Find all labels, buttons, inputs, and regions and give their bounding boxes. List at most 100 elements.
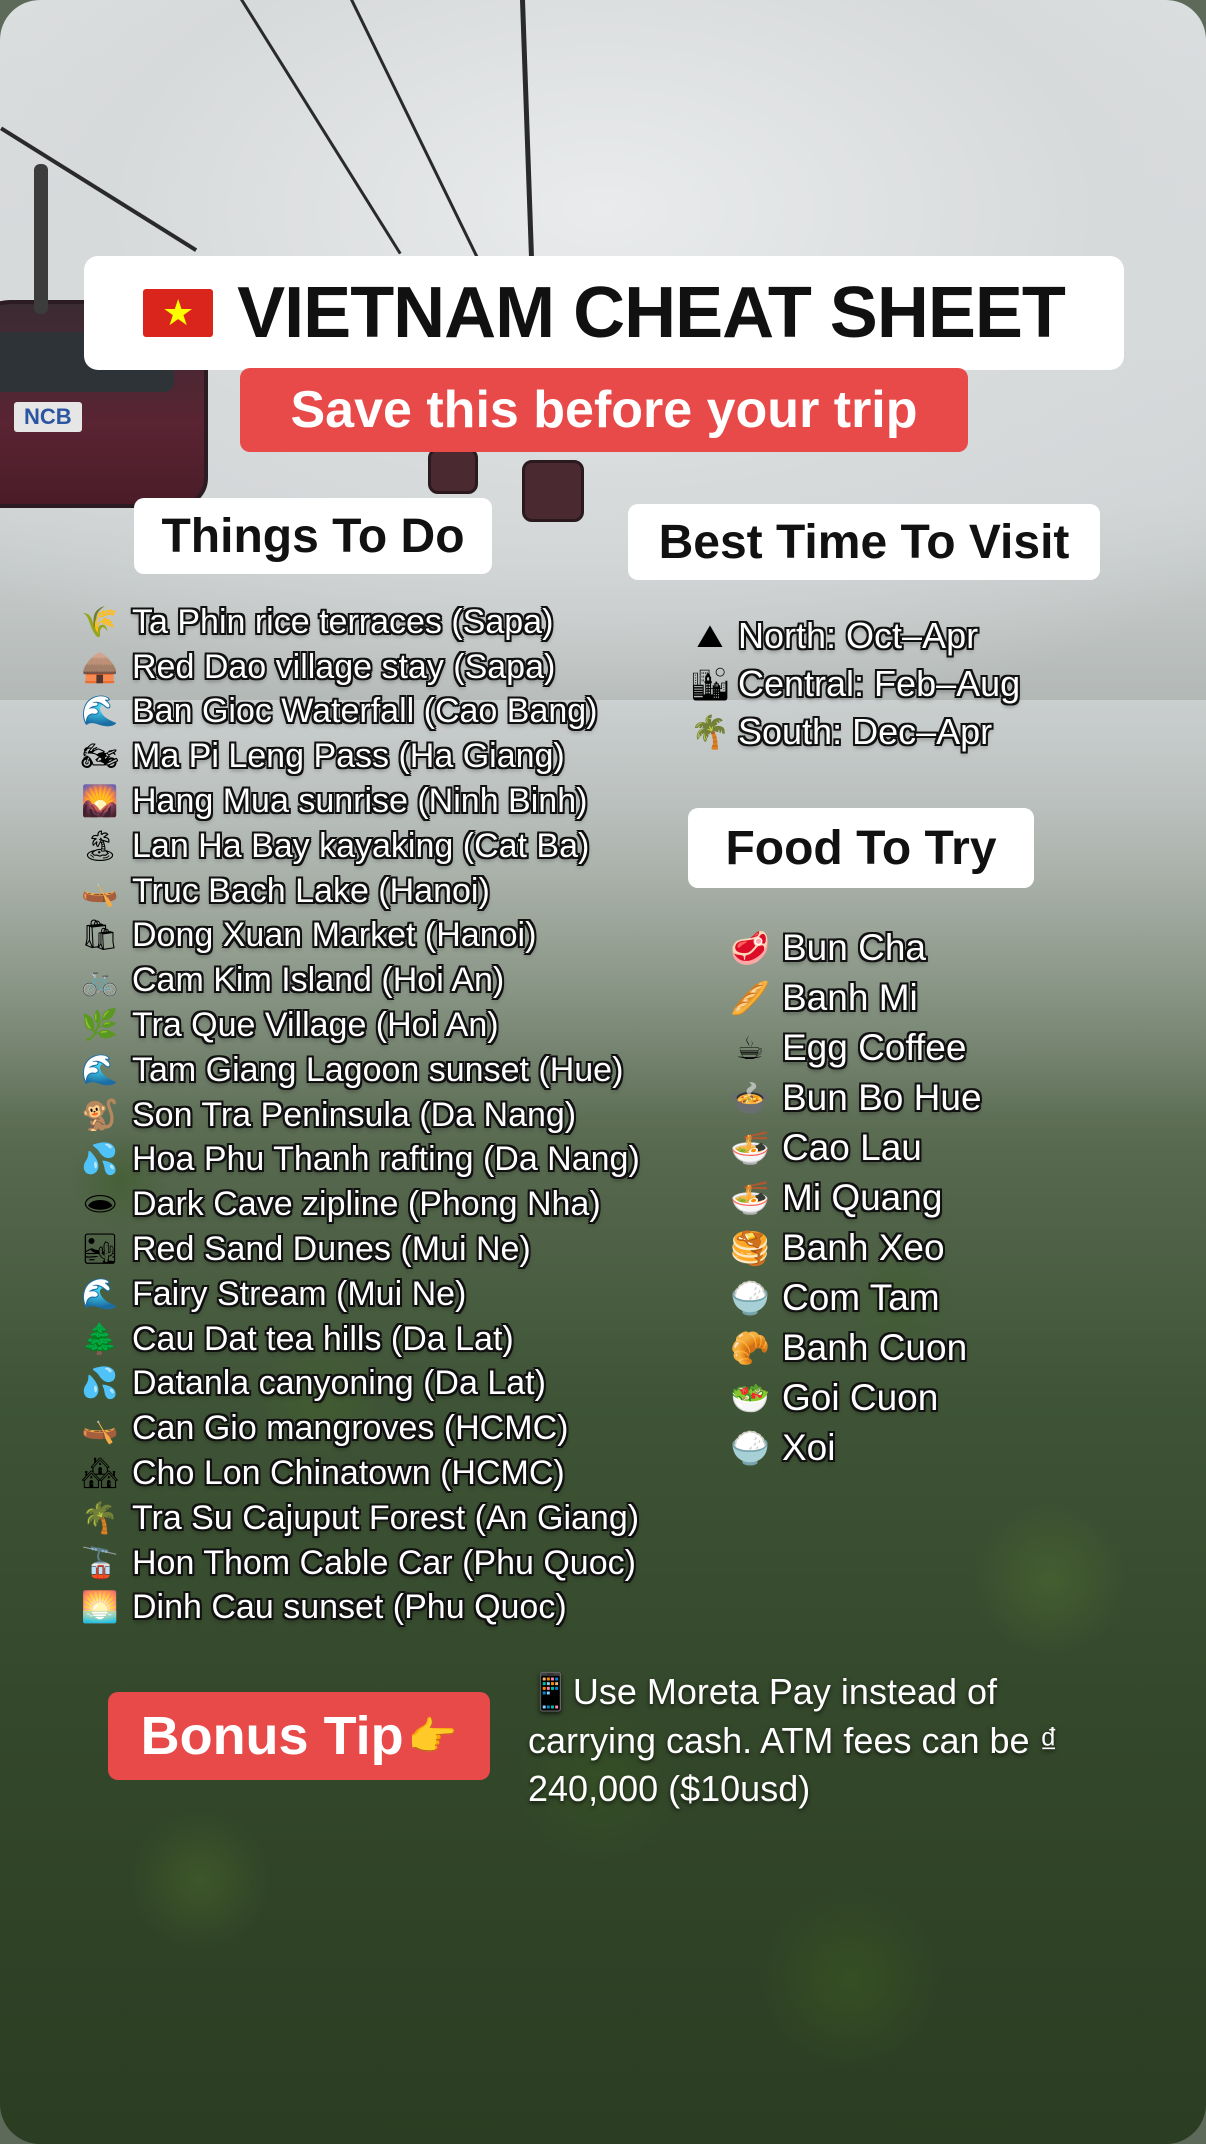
activity-item-label: Dark Cave zipline (Phong Nha) [132,1185,601,1224]
season-item-label: South: Dec–Apr [738,711,993,752]
food-item-label: Bun Bo Hue [782,1077,982,1118]
rice-bowl-icon: 🍚 [730,1279,770,1317]
houses-icon: 🏘 [80,1456,120,1492]
activity-item: 🌲 Cau Dat tea hills (Da Lat) [74,1317,640,1362]
food-item-label: Goi Cuon [782,1377,939,1418]
hut-icon: 🛖 [81,649,119,685]
pancake-icon: 🥞 [730,1229,770,1267]
rice-icon: 🌾 [81,604,119,640]
activity-item: 🏝 Lan Ha Bay kayaking (Cat Ba) [74,824,640,869]
activity-item-label: Dinh Cau sunset (Phu Quoc) [132,1588,567,1627]
activity-item-label: Ta Phin rice terraces (Sapa) [132,602,554,641]
activity-item-label: Cho Lon Chinatown (HCMC) [132,1454,565,1493]
cable-line [240,0,402,255]
activity-item: 🛶 Truc Bach Lake (Hanoi) [74,869,640,914]
activity-item-label: Lan Ha Bay kayaking (Cat Ba) [132,826,590,865]
activity-item: 🌄 Hang Mua sunrise (Ninh Binh) [74,779,640,824]
soup-icon: 🍲 [730,1079,770,1117]
monkey-icon: 🐒 [81,1097,119,1133]
salad-icon: 🥗 [730,1379,770,1417]
subtitle-banner: Save this before your trip [240,368,968,452]
food-item-label: Egg Coffee [782,1027,967,1068]
season-item: 🏙 Central: Feb–Aug [686,660,1020,708]
phone-icon: 📱 [528,1672,573,1713]
food-item: 🍲 Bun Bo Hue [724,1073,982,1123]
wave-icon: 🌊 [81,694,119,730]
baguette-icon: 🥖 [730,979,770,1017]
activity-item-label: Dong Xuan Market (Hanoi) [132,916,537,955]
activity-item: 🛶 Can Gio mangroves (HCMC) [74,1406,640,1451]
city-icon: 🏙 [689,665,731,703]
food-item: 🍜 Mi Quang [724,1173,982,1223]
noodles-icon: 🍜 [730,1179,770,1217]
activity-item: 💦 Hoa Phu Thanh rafting (Da Nang) [74,1138,640,1183]
food-item-label: Xoi [782,1427,836,1468]
activity-item: 🌊 Ban Gioc Waterfall (Cao Bang) [74,690,640,735]
food-item-label: Banh Cuon [782,1327,968,1368]
activity-item: 🚲 Cam Kim Island (Hoi An) [74,958,640,1003]
activity-item: 🐒 Son Tra Peninsula (Da Nang) [74,1093,640,1138]
bonus-tip-badge: Bonus Tip 👉 [108,1692,490,1780]
food-item-label: Cao Lau [782,1127,922,1168]
activity-item-label: Hon Thom Cable Car (Phu Quoc) [132,1543,636,1582]
vietnam-flag-icon: ★ [143,289,214,337]
activity-item-label: Tra Su Cajuput Forest (An Giang) [132,1498,640,1537]
tip-body: Use Moreta Pay instead of carrying cash.… [528,1671,1059,1809]
activity-item-label: Ban Gioc Waterfall (Cao Bang) [132,692,598,731]
things-to-do-list: 🌾 Ta Phin rice terraces (Sapa) 🛖 Red Dao vi… [74,600,640,1630]
meat-icon: 🥩 [730,929,770,967]
wave-icon: 🌊 [81,1052,119,1088]
food-heading: Food To Try [688,808,1034,888]
coffee-icon: ☕ [735,1029,765,1067]
activity-item: 🏜 Red Sand Dunes (Mui Ne) [74,1227,640,1272]
activity-item-label: Hoa Phu Thanh rafting (Da Nang) [132,1140,640,1179]
rice-bowl-icon: 🍚 [730,1429,770,1467]
cable-line [350,0,485,270]
activity-item: 🌾 Ta Phin rice terraces (Sapa) [74,600,640,645]
palm-tree-icon: 🌴 [690,713,730,751]
activity-item-label: Ma Pi Leng Pass (Ha Giang) [132,737,565,776]
activity-item-label: Tra Que Village (Hoi An) [132,1006,499,1045]
activity-item: 🌅 Dinh Cau sunset (Phu Quoc) [74,1586,640,1631]
cable-line [0,126,198,252]
best-time-list: ⛰ North: Oct–Apr 🏙 Central: Feb–Aug 🌴 South: … [686,612,1020,756]
bonus-tip-label: Bonus Tip [140,1706,404,1766]
activity-item: 🌿 Tra Que Village (Hoi An) [74,1003,640,1048]
activity-item: 🚡 Hon Thom Cable Car (Phu Quoc) [74,1541,640,1586]
food-item: 🍜 Cao Lau [724,1123,982,1173]
cable-line [520,0,535,260]
season-item: ⛰ North: Oct–Apr [686,612,1020,660]
activity-item: 🌊 Tam Giang Lagoon sunset (Hue) [74,1048,640,1093]
food-list: 🥩 Bun Cha 🥖 Banh Mi ☕ Egg Coffee 🍲 Bun Bo Hue 🍜 C… [724,923,982,1473]
page-title: VIETNAM CHEAT SHEET [237,273,1066,353]
title-banner: ★ VIETNAM CHEAT SHEET [84,256,1124,370]
distant-gondola [522,460,584,522]
food-item-label: Banh Xeo [782,1227,945,1268]
herb-icon: 🌿 [81,1008,119,1044]
evergreen-tree-icon: 🌲 [81,1321,119,1357]
activity-item-label: Cau Dat tea hills (Da Lat) [132,1319,514,1358]
food-item-label: Com Tam [782,1277,940,1318]
pointing-hand-icon: 👉 [407,1713,458,1760]
activity-item-label: Truc Bach Lake (Hanoi) [132,871,490,910]
island-icon: 🏝 [80,828,120,864]
food-item: 🥐 Banh Cuon [724,1323,982,1373]
food-item: 🍚 Com Tam [724,1273,982,1323]
activity-item: 🛍 Dong Xuan Market (Hanoi) [74,914,640,959]
activity-item-label: Son Tra Peninsula (Da Nang) [132,1095,577,1134]
activity-item-label: Datanla canyoning (Da Lat) [132,1364,546,1403]
roll-icon: 🥐 [730,1329,770,1367]
season-item: 🌴 South: Dec–Apr [686,708,1020,756]
activity-item: 🌊 Fairy Stream (Mui Ne) [74,1272,640,1317]
food-item: 🥗 Goi Cuon [724,1373,982,1423]
mountain-icon: ⛰ [696,616,724,655]
food-item-label: Banh Mi [782,977,918,1018]
splash-icon: 💦 [81,1142,119,1178]
activity-item: 🛖 Red Dao village stay (Sapa) [74,645,640,690]
things-to-do-heading: Things To Do [134,498,492,574]
hole-icon: 🕳 [80,1187,120,1223]
splash-icon: 💦 [81,1366,119,1402]
wave-icon: 🌊 [81,1276,119,1312]
season-item-label: North: Oct–Apr [738,615,979,656]
activity-item-label: Can Gio mangroves (HCMC) [132,1409,569,1448]
